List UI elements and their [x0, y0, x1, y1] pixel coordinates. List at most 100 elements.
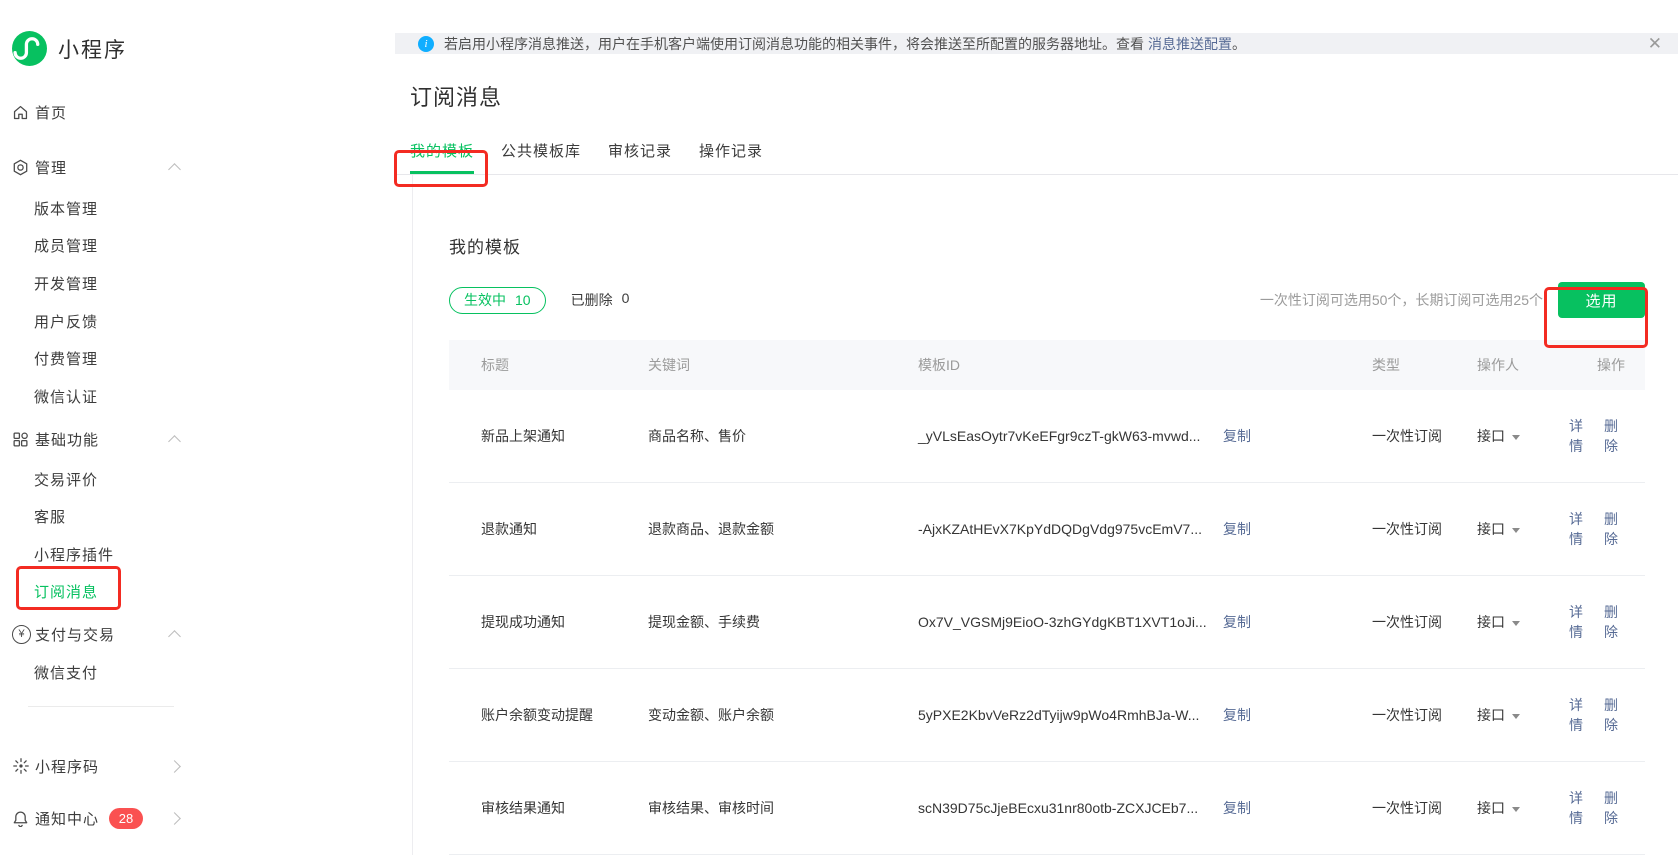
app-window: 小程序 首页 管理 版本管理 成员管理 开发管理 用户反馈 付费管理 微信认证 …: [0, 0, 1678, 855]
copy-link[interactable]: 复制: [1223, 798, 1251, 818]
cell-template-id: _yVLsEasOytr7vKeEFgr9czT-gkW63-mvwd...: [918, 428, 1223, 444]
cell-type: 一次性订阅: [1372, 705, 1477, 725]
sidebar-group-pay-trade[interactable]: ¥ 支付与交易: [12, 623, 115, 645]
cell-title: 审核结果通知: [449, 798, 648, 818]
operator-dropdown[interactable]: 接口: [1477, 798, 1569, 818]
copy-link[interactable]: 复制: [1223, 705, 1251, 725]
cell-title: 提现成功通知: [449, 612, 648, 632]
operator-dropdown[interactable]: 接口: [1477, 612, 1569, 632]
cell-keywords: 变动金额、账户余额: [648, 705, 918, 725]
caret-down-icon: [1512, 528, 1520, 533]
chevron-up-icon: [168, 163, 181, 176]
gear-icon: [12, 159, 34, 176]
delete-link[interactable]: 删除: [1604, 509, 1625, 549]
brand: 小程序: [12, 31, 127, 66]
table-row: 提现成功通知 提现金额、手续费 Ox7V_VGSMj9EioO-3zhGYdgK…: [449, 576, 1645, 669]
sidebar-item-wechat-verify[interactable]: 微信认证: [34, 385, 98, 407]
yen-circle-icon: ¥: [12, 625, 34, 644]
sidebar-item-customer-service[interactable]: 客服: [34, 505, 66, 527]
notice-bar: i 若启用小程序消息推送，用户在手机客户端使用订阅消息功能的相关事件，将会推送至…: [395, 33, 1678, 54]
table-row: 退款通知 退款商品、退款金额 -AjxKZAtHEvX7KpYdDQDgVdg9…: [449, 483, 1645, 576]
detail-link[interactable]: 详情: [1569, 602, 1590, 642]
header-title: 标题: [449, 355, 648, 375]
cell-template-id: -AjxKZAtHEvX7KpYdDQDgVdg975vcEmV7...: [918, 521, 1223, 537]
sidebar-item-user-feedback[interactable]: 用户反馈: [34, 310, 98, 332]
operator-dropdown[interactable]: 接口: [1477, 519, 1569, 539]
sidebar-item-payment-manage[interactable]: 付费管理: [34, 347, 98, 369]
delete-link[interactable]: 删除: [1604, 602, 1625, 642]
caret-down-icon: [1512, 621, 1520, 626]
delete-link[interactable]: 删除: [1604, 788, 1625, 828]
notice-suffix: 。: [1232, 34, 1246, 54]
notice-push-config-link[interactable]: 消息推送配置: [1148, 34, 1232, 54]
table-row: 新品上架通知 商品名称、售价 _yVLsEasOytr7vKeEFgr9czT-…: [449, 390, 1645, 483]
copy-link[interactable]: 复制: [1223, 519, 1251, 539]
grid-apps-icon: [12, 431, 34, 448]
chevron-right-icon: [168, 812, 181, 825]
chevron-up-icon: [168, 630, 181, 643]
tab-public-template-library[interactable]: 公共模板库: [501, 140, 581, 174]
detail-link[interactable]: 详情: [1569, 509, 1590, 549]
notice-text: 若启用小程序消息推送，用户在手机客户端使用订阅消息功能的相关事件，将会推送至所配…: [444, 34, 1144, 54]
cell-template-id: 5yPXE2KbvVeRz2dTyijw9pWo4RmhBJa-W...: [918, 707, 1223, 723]
main-content: i 若启用小程序消息推送，用户在手机客户端使用订阅消息功能的相关事件，将会推送至…: [395, 0, 1678, 855]
header-type: 类型: [1372, 355, 1477, 375]
tab-my-templates[interactable]: 我的模板: [410, 140, 474, 174]
bell-icon: [12, 810, 34, 827]
close-icon[interactable]: ✕: [1644, 34, 1666, 54]
cell-type: 一次性订阅: [1372, 426, 1477, 446]
tab-operation-records[interactable]: 操作记录: [699, 140, 763, 174]
detail-link[interactable]: 详情: [1569, 416, 1590, 456]
cell-keywords: 审核结果、审核时间: [648, 798, 918, 818]
sidebar-group-manage[interactable]: 管理: [12, 156, 67, 178]
copy-link[interactable]: 复制: [1223, 426, 1251, 446]
delete-link[interactable]: 删除: [1604, 416, 1625, 456]
sidebar-item-version-manage[interactable]: 版本管理: [34, 197, 98, 219]
cell-type: 一次性订阅: [1372, 798, 1477, 818]
chevron-right-icon: [168, 760, 181, 773]
sidebar-item-subscribe-message[interactable]: 订阅消息: [34, 580, 98, 602]
select-template-button[interactable]: 选用: [1558, 282, 1645, 318]
sidebar-item-dev-manage[interactable]: 开发管理: [34, 272, 98, 294]
sidebar-item-notification-center[interactable]: 通知中心 28: [12, 807, 143, 829]
panel-heading: 我的模板: [449, 175, 1645, 258]
notification-badge: 28: [109, 808, 143, 829]
header-operator: 操作人: [1477, 355, 1569, 375]
tab-review-records[interactable]: 审核记录: [608, 140, 672, 174]
quota-hint: 一次性订阅可选用50个，长期订阅可选用25个: [1260, 290, 1543, 310]
detail-link[interactable]: 详情: [1569, 695, 1590, 735]
caret-down-icon: [1512, 435, 1520, 440]
sidebar-item-member-manage[interactable]: 成员管理: [34, 234, 98, 256]
active-count: 10: [515, 292, 531, 308]
sidebar-item-trade-review[interactable]: 交易评价: [34, 468, 98, 490]
filter-deleted[interactable]: 已删除 0: [571, 290, 630, 310]
app-title: 小程序: [58, 34, 127, 64]
copy-link[interactable]: 复制: [1223, 612, 1251, 632]
sidebar-group-basic-functions[interactable]: 基础功能: [12, 428, 99, 450]
table-row: 审核结果通知 审核结果、审核时间 scN39D75cJjeBEcxu31nr80…: [449, 762, 1645, 855]
page-title: 订阅消息: [410, 80, 1678, 112]
header-keywords: 关键词: [648, 355, 918, 375]
sidebar-item-plugins[interactable]: 小程序插件: [34, 543, 114, 565]
detail-link[interactable]: 详情: [1569, 788, 1590, 828]
header-template-id: 模板ID: [918, 355, 1372, 375]
cell-keywords: 退款商品、退款金额: [648, 519, 918, 539]
mini-program-logo-icon: [12, 31, 47, 66]
tab-bar: 我的模板 公共模板库 审核记录 操作记录: [395, 140, 1678, 175]
delete-link[interactable]: 删除: [1604, 695, 1625, 735]
cell-title: 退款通知: [449, 519, 648, 539]
header-action: 操作: [1569, 355, 1645, 375]
cell-type: 一次性订阅: [1372, 519, 1477, 539]
cell-type: 一次性订阅: [1372, 612, 1477, 632]
sidebar-item-mini-program-code[interactable]: 小程序码: [12, 755, 99, 777]
filter-row: 生效中 10 已删除 0 一次性订阅可选用50个，长期订阅可选用25个 选用: [449, 282, 1645, 318]
cell-title: 新品上架通知: [449, 426, 648, 446]
mini-code-icon: [12, 757, 34, 775]
operator-dropdown[interactable]: 接口: [1477, 705, 1569, 725]
filter-active-pill[interactable]: 生效中 10: [449, 287, 546, 314]
sidebar-item-wechat-pay[interactable]: 微信支付: [34, 661, 98, 683]
table-row: 账户余额变动提醒 变动金额、账户余额 5yPXE2KbvVeRz2dTyijw9…: [449, 669, 1645, 762]
sidebar-item-home[interactable]: 首页: [12, 101, 67, 123]
cell-template-id: scN39D75cJjeBEcxu31nr80otb-ZCXJCEb7...: [918, 800, 1223, 816]
operator-dropdown[interactable]: 接口: [1477, 426, 1569, 446]
